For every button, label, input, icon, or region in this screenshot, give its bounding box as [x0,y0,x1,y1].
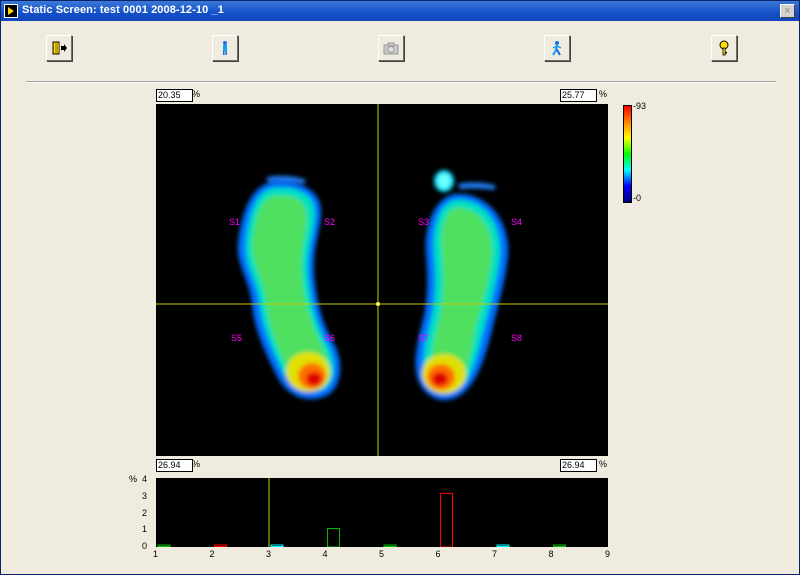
sensor-marker-8: S8 [511,333,523,343]
sensor-marker-3: S3 [418,217,430,227]
color-scale-min-label: -0 [633,193,642,203]
help-button[interactable] [711,35,737,61]
x-tick-label-4: 4 [322,549,328,559]
sensor-marker-2: S2 [324,217,336,227]
x-tick-label-7: 7 [492,549,498,559]
sensor-marker-7: S7 [418,333,430,343]
sensor-bar-8 [553,544,566,547]
walking-person-button[interactable] [544,35,570,61]
chart-y-unit: % [129,474,138,484]
camera-button[interactable] [378,35,404,61]
x-tick-label-9: 9 [605,549,611,559]
right-foot-print [415,170,509,401]
standing-person-button[interactable] [212,35,238,61]
y-tick-label-4: 4 [142,474,148,484]
top-left-unit: % [192,89,201,99]
sensor-bar-2 [214,544,227,547]
toolbar-separator [26,81,776,83]
static-screen-window: Static Screen: test 0001 2008-12-10 _1 × [0,0,800,575]
pressure-heatmap[interactable]: S1 S2 S3 S4 S5 S6 S7 S8 [156,104,608,456]
help-key-icon [719,40,729,56]
y-tick-label-2: 2 [142,507,148,518]
x-tick-label-8: 8 [548,549,554,559]
sensor-bar-plot [157,478,566,548]
bottom-right-percentage: 26.94 [560,459,597,472]
center-of-pressure [376,302,380,306]
y-tick-label-3: 3 [142,490,148,501]
top-left-percentage: 20.35 [156,89,193,102]
exit-door-icon [52,41,67,55]
x-tick-label-5: 5 [379,549,385,559]
app-icon [4,4,18,18]
sensor-bar-7 [496,544,510,547]
sensor-marker-4: S4 [511,217,523,227]
standing-person-icon [223,41,227,55]
x-tick-label-1: 1 [153,549,159,559]
sensor-bar-chart [156,478,608,548]
sensor-bar-5 [383,544,397,547]
color-scale-min-value: 0 [636,193,642,203]
y-tick-label-0: 0 [142,541,148,551]
sensor-marker-6: S6 [324,333,336,343]
left-foot-print [237,175,341,400]
top-right-percentage: 25.77 [560,89,597,102]
sensor-bar-3 [270,544,284,547]
bottom-right-unit: % [599,459,608,469]
top-right-unit: % [599,89,608,99]
pressure-color-scale [623,105,632,203]
close-button[interactable]: × [780,4,795,18]
walking-person-icon [552,41,562,56]
x-tick-label-3: 3 [266,549,272,559]
sensor-marker-1: S1 [229,217,241,227]
sensor-bar-4 [327,528,340,548]
y-tick-label-1: 1 [142,524,148,535]
camera-icon [383,42,399,55]
bottom-left-unit: % [192,459,201,469]
x-tick-label-6: 6 [435,549,441,559]
title-bar[interactable]: Static Screen: test 0001 2008-12-10 _1 × [1,1,799,21]
sensor-bar-6 [440,492,453,548]
window-title: Static Screen: test 0001 2008-12-10 _1 [22,4,224,16]
bottom-left-percentage: 26.94 [156,459,193,472]
x-tick-label-2: 2 [209,549,215,559]
color-scale-max-value: 93 [636,101,647,111]
exit-button[interactable] [46,35,72,61]
color-scale-max-label: -93 [633,101,647,111]
sensor-marker-5: S5 [231,333,243,343]
sensor-bar-1 [157,544,171,547]
foot-pressure-map [156,104,608,456]
